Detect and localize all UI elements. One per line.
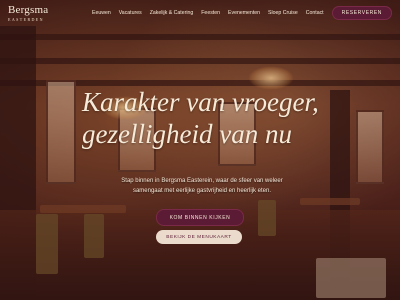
nav-link-sloep-cruise[interactable]: Sloep Cruise xyxy=(268,10,298,16)
hero-headline-line-2: gezelligheid van nu xyxy=(82,119,292,149)
site-header: Bergsma EASTERDEN Eeuwen Vacatures Zakel… xyxy=(0,0,400,26)
brand-name: Bergsma xyxy=(8,3,49,16)
nav-link-evenementen[interactable]: Evenementen xyxy=(228,10,260,16)
nav-link-contact[interactable]: Contact xyxy=(306,10,324,16)
nav-link-feesten[interactable]: Feesten xyxy=(201,10,220,16)
nav-link-vacatures[interactable]: Vacatures xyxy=(119,10,142,16)
nav-link-eeuwen[interactable]: Eeuwen xyxy=(92,10,111,16)
brand-logo[interactable]: Bergsma EASTERDEN xyxy=(8,3,49,22)
hero-headline-line-1: Karakter van vroeger, xyxy=(82,87,319,117)
photo-tint-overlay xyxy=(0,0,400,300)
brand-subtitle: EASTERDEN xyxy=(8,16,44,22)
view-inside-button[interactable]: KOM BINNEN KIJKEN xyxy=(156,209,244,226)
nav-link-zakelijk-catering[interactable]: Zakelijk & Catering xyxy=(150,10,194,16)
view-menu-button[interactable]: BEKIJK DE MENUKAART xyxy=(156,230,242,244)
main-nav: Eeuwen Vacatures Zakelijk & Catering Fee… xyxy=(92,10,324,16)
reserve-button[interactable]: RESERVEREN xyxy=(331,6,392,20)
hero-background-photo xyxy=(0,0,400,300)
hero-intro-text: Stap binnen in Bergsma Easterein, waar d… xyxy=(121,178,283,194)
hero-headline: Karakter van vroeger, gezelligheid van n… xyxy=(82,86,322,150)
